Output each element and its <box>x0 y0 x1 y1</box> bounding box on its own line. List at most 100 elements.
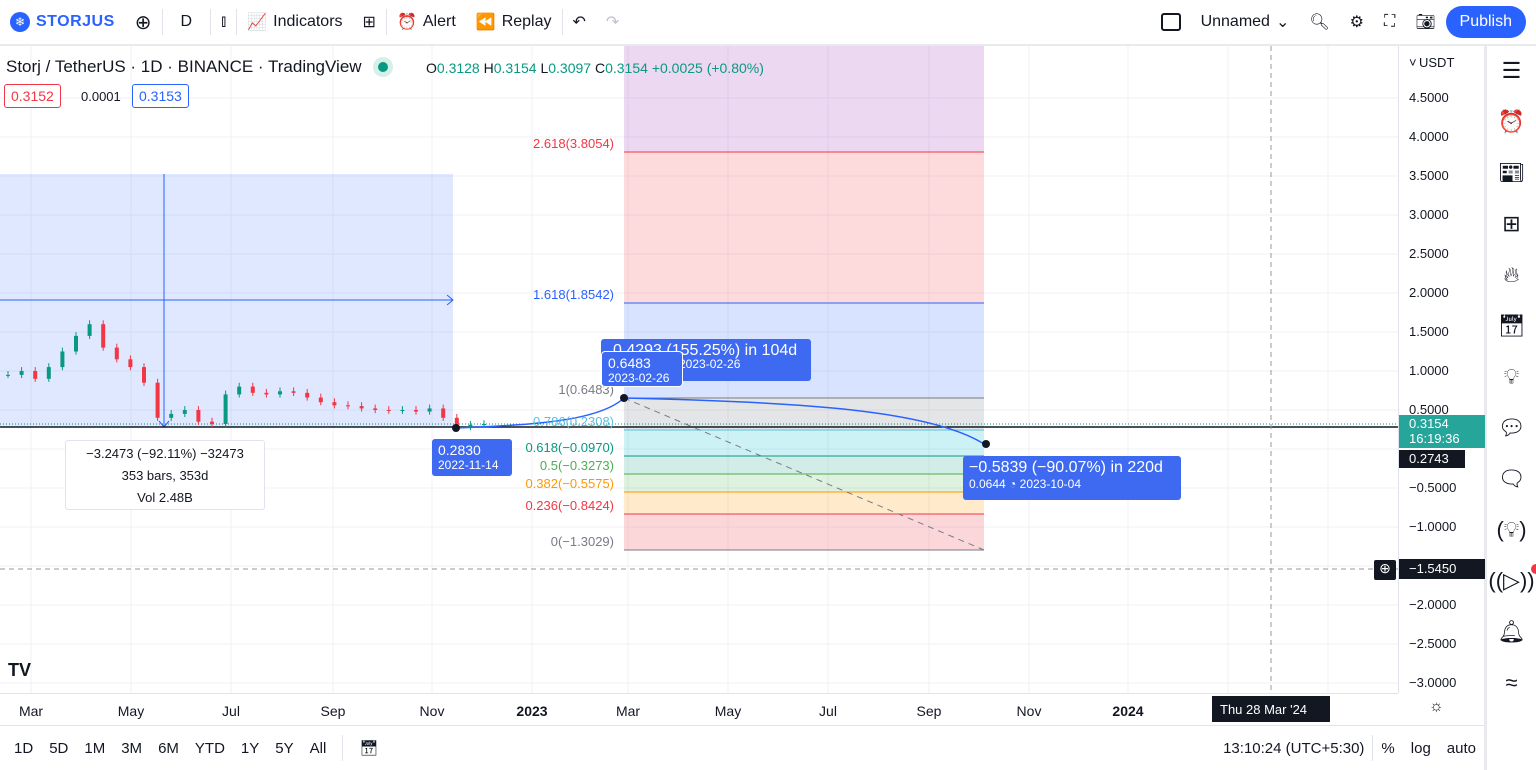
streams-icon[interactable]: ((▷)) <box>1488 564 1536 604</box>
range-button-1d[interactable]: 1D <box>6 740 41 757</box>
date-range-calendar-icon[interactable]: 📅︎ <box>351 739 386 757</box>
buy-price-button[interactable]: 0.3153 <box>132 84 189 108</box>
time-tick: Jul <box>222 703 240 719</box>
price-tick: 2.5000 <box>1409 246 1449 261</box>
camera-icon: 📷︎ <box>1415 14 1436 31</box>
line-price-label: 0.2743 <box>1399 450 1465 468</box>
calendar-icon[interactable]: 📅︎ <box>1498 313 1526 349</box>
symbol-legend: Storj / TetherUS · 1D · BINANCE · Tradin… <box>6 57 388 77</box>
candle <box>182 410 187 414</box>
hotlist-flame-icon[interactable]: 🔥︎ <box>1503 262 1519 298</box>
alarm-clock-icon[interactable]: ⏰ <box>1498 109 1525 145</box>
candle <box>223 394 228 425</box>
candle <box>101 324 106 348</box>
range-button-6m[interactable]: 6M <box>150 740 187 757</box>
fib-level-label: 0.786(0.2308) <box>533 414 614 429</box>
fib-level-label: 2.618(3.8054) <box>533 136 614 151</box>
snapshot-button[interactable]: 📷︎ <box>1405 0 1445 44</box>
candle <box>400 410 405 411</box>
ohlc-values: O0.3128 H0.3154 L0.3097 C0.3154 +0.0025 … <box>426 60 764 76</box>
price-axis[interactable]: USDT ˅ 4.5000 4.0000 3.5000 3.0000 2.5000 2.0… <box>1398 46 1485 715</box>
bottom-toolbar: 1D 5D 1M 3M 6M YTD 1Y 5Y All 📅︎ 13:10:24 (UTC+5:… <box>0 725 1484 770</box>
candle <box>250 386 255 393</box>
candle <box>346 405 350 407</box>
candle <box>332 402 337 406</box>
time-tick: Sep <box>320 703 346 719</box>
candle <box>169 413 174 418</box>
log-scale-toggle[interactable]: log <box>1403 740 1439 757</box>
candle <box>60 351 65 368</box>
notifications-bell-icon[interactable]: 🔔︎ <box>1498 619 1526 655</box>
time-tick: Mar <box>18 703 44 719</box>
price-tick: −1.0000 <box>1409 519 1457 534</box>
high-point-tooltip: 0.6483 2023-02-26 <box>602 352 682 386</box>
range-button-1m[interactable]: 1M <box>76 740 113 757</box>
timezone-clock[interactable]: 13:10:24 (UTC+5:30) <box>1215 740 1372 757</box>
projection-point[interactable] <box>982 440 990 448</box>
ideas-bulb-icon[interactable]: 💡︎ <box>1504 364 1519 400</box>
comment-icon[interactable]: 🗨︎ <box>1498 466 1526 502</box>
notification-dot <box>1530 564 1536 574</box>
candle <box>373 408 378 410</box>
candle <box>74 335 78 352</box>
time-tick: Jul <box>819 703 837 719</box>
high-price: 0.6483 <box>608 355 651 371</box>
fib-level-label: 1(0.6483) <box>558 382 614 397</box>
price-tick: 4.0000 <box>1409 129 1449 144</box>
fib-level-label: 0.382(−0.5575) <box>525 476 614 491</box>
currency-selector[interactable]: USDT ˅ <box>1409 55 1454 70</box>
price-tick: 4.5000 <box>1409 90 1449 105</box>
tradingview-logo-icon[interactable]: TV <box>8 660 31 681</box>
range-button-all[interactable]: All <box>302 740 335 757</box>
candle <box>19 371 24 375</box>
percent-scale-toggle[interactable]: % <box>1373 740 1402 757</box>
clock-icon: ◔ <box>1009 477 1017 491</box>
candle <box>264 392 269 395</box>
time-tick: Sep <box>916 703 942 719</box>
candle <box>155 382 160 418</box>
candle <box>46 367 51 379</box>
candle <box>291 391 296 393</box>
range-button-5y[interactable]: 5Y <box>267 740 301 757</box>
fib-level-label: 1.618(1.8542) <box>533 287 614 302</box>
price-tick: 1.5000 <box>1409 324 1449 339</box>
candle <box>33 371 38 379</box>
add-list-icon[interactable]: ⊞ <box>1502 211 1520 247</box>
time-tick: May <box>117 703 145 719</box>
candle <box>87 324 92 336</box>
add-alert-plus-icon[interactable]: ⊕ <box>1374 560 1396 580</box>
range-button-3m[interactable]: 3M <box>113 740 150 757</box>
publish-button[interactable]: Publish <box>1445 6 1526 38</box>
ideas-stream-icon[interactable]: (💡︎) <box>1496 517 1526 553</box>
candle <box>386 410 391 411</box>
candle <box>427 408 432 412</box>
time-tick: 2023 <box>516 703 548 719</box>
spread-value: 0.0001 <box>81 89 121 104</box>
candle <box>142 367 146 383</box>
range-button-ytd[interactable]: YTD <box>187 740 233 757</box>
price-tick: −3.0000 <box>1409 675 1457 690</box>
fib-level-label: 0.236(−0.8424) <box>525 498 614 513</box>
axis-settings-icon[interactable]: ☼ <box>1429 698 1444 716</box>
watchlist-icon[interactable]: ☰ <box>1502 58 1522 94</box>
measure-change: −3.2473 (−92.11%) −32473 <box>86 446 244 461</box>
fib-zone <box>624 152 984 303</box>
sell-price-button[interactable]: 0.3152 <box>4 84 61 108</box>
chats-icon[interactable]: 💬︎ <box>1498 415 1526 451</box>
target-date: 2023-10-04 <box>1019 477 1082 491</box>
time-axis[interactable]: Mar May Jul Sep Nov 2023 Mar May Jul Sep Nov 2024 T… <box>0 693 1398 725</box>
low-date: 2022-11-14 <box>438 458 499 472</box>
price-tick: 1.0000 <box>1409 363 1449 378</box>
range-button-1y[interactable]: 1Y <box>233 740 267 757</box>
fib-zone <box>624 456 984 474</box>
price-tick: −2.5000 <box>1409 636 1457 651</box>
news-icon[interactable]: 📰︎ <box>1498 160 1526 196</box>
collapse-chevrons-icon[interactable]: ≈ <box>1505 670 1517 706</box>
projection-point[interactable] <box>620 394 628 402</box>
measure-volume: Vol 2.48B <box>137 490 193 505</box>
candle <box>278 391 282 395</box>
range-button-5d[interactable]: 5D <box>41 740 76 757</box>
target-tooltip: −0.5839 (−90.07%) in 220d 0.0644 ◔ 2023-1… <box>963 456 1181 500</box>
auto-scale-toggle[interactable]: auto <box>1439 740 1484 757</box>
candle <box>6 374 10 376</box>
